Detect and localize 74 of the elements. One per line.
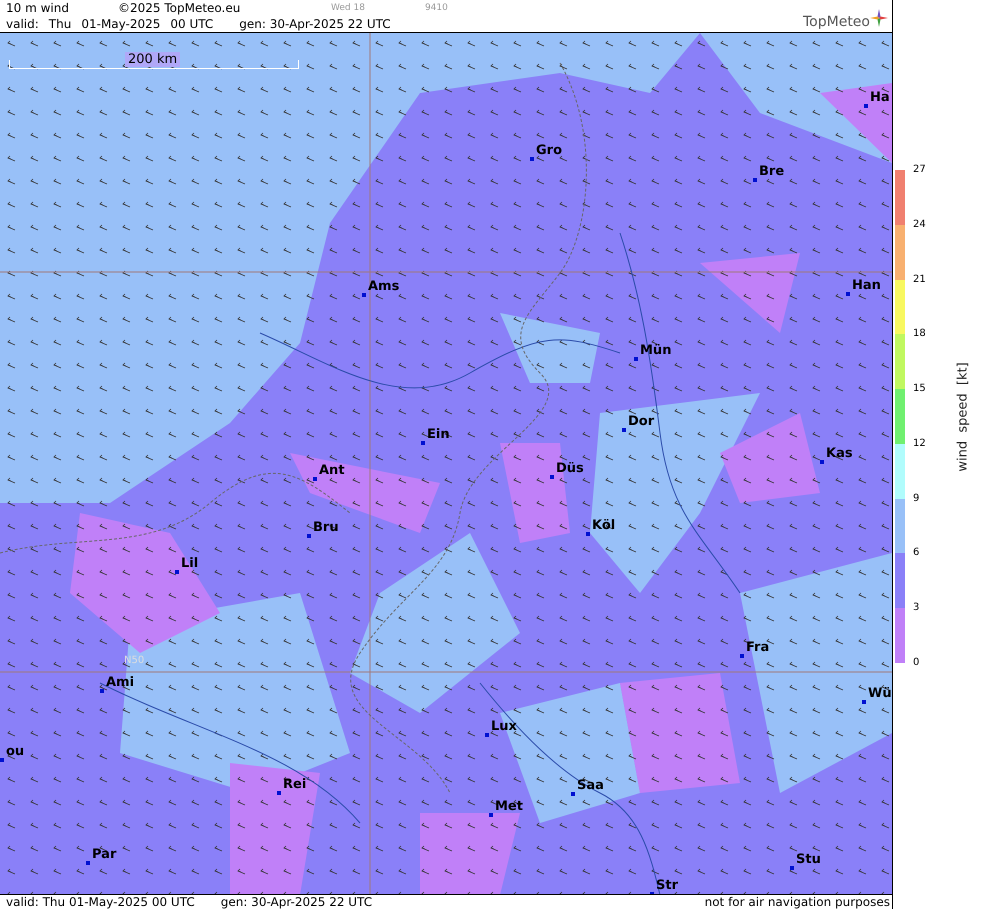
city-marker-icon — [586, 532, 590, 536]
city-label[interactable]: Stu — [796, 852, 821, 867]
city-marker-icon — [634, 357, 638, 361]
scale-tick-label: 24 — [913, 218, 926, 232]
city-marker-icon — [530, 157, 534, 161]
scale-tick-label: 3 — [913, 601, 920, 616]
city-marker-icon — [864, 104, 868, 108]
scale-label: 200 km — [125, 52, 180, 67]
city-marker-icon — [753, 178, 757, 182]
city-label[interactable]: Lil — [181, 556, 198, 571]
city-label[interactable]: Mün — [640, 343, 672, 358]
disclaimer-text: not for air navigation purposes — [704, 895, 891, 909]
city-label[interactable]: Bre — [759, 164, 784, 179]
city-marker-icon — [622, 428, 626, 432]
city-label[interactable]: Bru — [313, 520, 339, 535]
city-label[interactable]: Köl — [592, 518, 616, 533]
valid-time-text: valid: Thu 01-May-2025 00 UTC — [6, 895, 195, 909]
city-marker-icon — [846, 292, 850, 296]
city-marker-icon — [820, 460, 824, 464]
city-label[interactable]: Lux — [491, 719, 517, 734]
city-label[interactable]: Düs — [556, 461, 584, 476]
scale-tick-label: 12 — [913, 436, 926, 451]
city-marker-icon — [277, 791, 281, 795]
city-marker-icon — [489, 813, 493, 817]
city-marker-icon — [421, 441, 425, 445]
scale-tick-label: 21 — [913, 272, 926, 287]
scale-tick-label: 9 — [913, 492, 920, 506]
logo-text[interactable]: TopMeteo — [803, 14, 870, 30]
city-marker-icon — [571, 792, 575, 796]
city-marker-icon — [313, 477, 317, 481]
scale-tick-label: 27 — [913, 163, 926, 177]
city-label[interactable]: Rei — [283, 777, 306, 792]
city-label[interactable]: Han — [852, 278, 881, 293]
city-marker-icon — [485, 733, 489, 737]
scale-tick-label: 15 — [913, 382, 926, 396]
valid-label: valid: — [6, 17, 39, 31]
legend-title: wind speed [kt] — [955, 362, 970, 472]
city-marker-icon — [362, 293, 366, 297]
city-marker-icon — [100, 689, 104, 693]
city-marker-icon — [0, 758, 4, 762]
city-label[interactable]: Ha — [870, 90, 890, 105]
city-label[interactable]: Ami — [106, 675, 134, 690]
code-text: 9410 — [424, 3, 448, 13]
city-marker-icon — [307, 534, 311, 538]
city-label[interactable]: Fra — [746, 640, 770, 655]
valid-date: 01-May-2025 — [81, 17, 160, 31]
city-label[interactable]: ou — [6, 744, 24, 759]
scale-tick-label: 6 — [913, 546, 920, 560]
city-label[interactable]: Wü — [868, 686, 892, 701]
city-marker-icon — [175, 570, 179, 574]
copyright-text: ©2025 TopMeteo.eu — [118, 1, 242, 15]
city-marker-icon — [862, 700, 866, 704]
city-label[interactable]: Met — [495, 799, 523, 814]
city-label[interactable]: Dor — [628, 414, 654, 429]
valid-day: Thu — [48, 17, 72, 31]
city-label[interactable]: Saa — [577, 778, 604, 793]
city-label[interactable]: Gro — [536, 143, 562, 158]
city-marker-icon — [790, 866, 794, 870]
city-label[interactable]: Ant — [319, 463, 345, 478]
scale-tick-label: 0 — [913, 656, 920, 670]
parameter-title: 10 m wind — [6, 1, 70, 15]
time-slot-text: Wed 18 — [331, 3, 365, 13]
generated-time: gen: 30-Apr-2025 22 UTC — [239, 17, 391, 31]
city-marker-icon — [550, 475, 554, 479]
city-label[interactable]: Par — [92, 847, 116, 862]
city-label[interactable]: Ams — [368, 279, 400, 294]
valid-time: 00 UTC — [170, 17, 214, 31]
city-label[interactable]: Ein — [427, 427, 450, 442]
city-marker-icon — [86, 861, 90, 865]
scale-tick-label: 18 — [913, 327, 926, 342]
city-label[interactable]: Kas — [826, 446, 853, 461]
city-marker-icon — [740, 654, 744, 658]
city-label[interactable]: Str — [656, 878, 678, 893]
generated-time-text: gen: 30-Apr-2025 22 UTC — [220, 895, 372, 909]
